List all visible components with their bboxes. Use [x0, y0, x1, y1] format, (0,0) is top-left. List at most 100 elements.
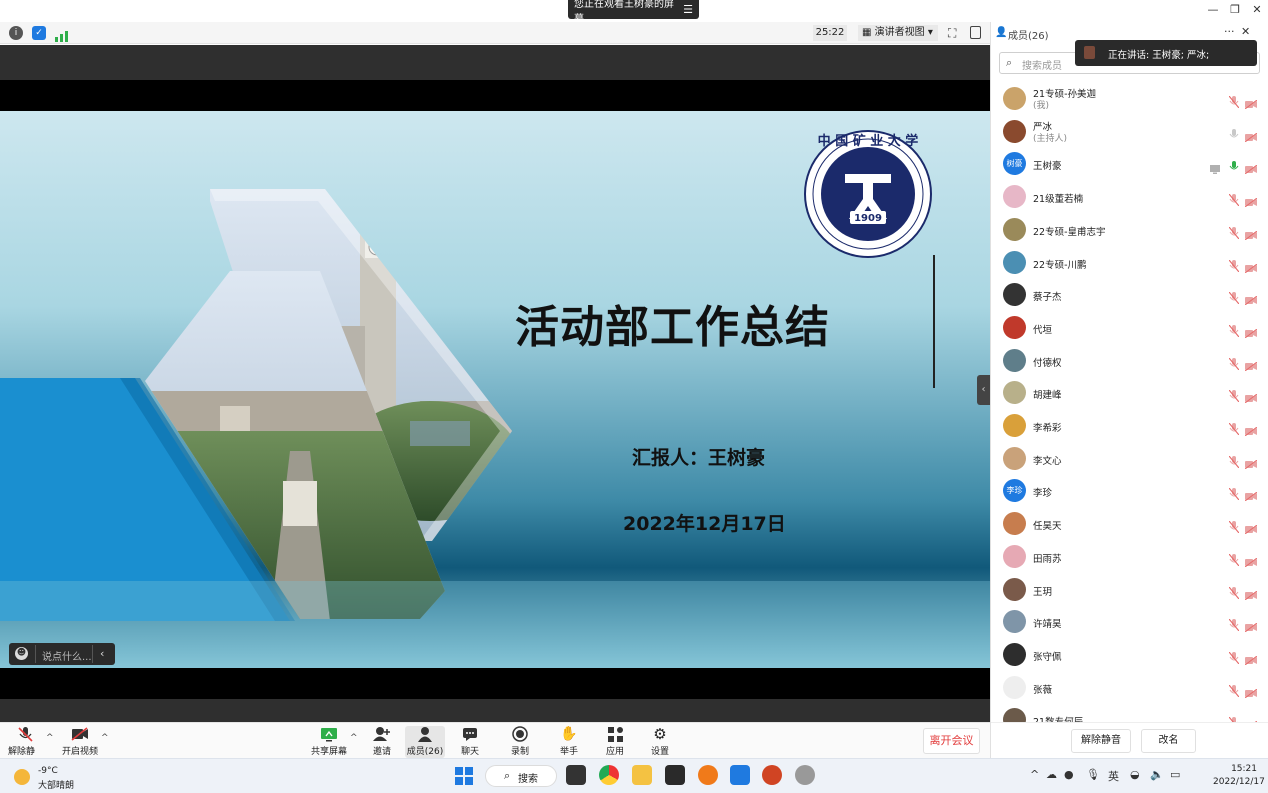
fullscreen-icon[interactable]: ⛶ — [948, 26, 956, 41]
weather-widget[interactable]: -9°C 大部晴朗 — [14, 764, 94, 791]
info-icon[interactable]: i — [9, 26, 23, 40]
minimize-icon[interactable]: — — [1204, 2, 1222, 18]
member-row[interactable]: 李希彩 — [991, 409, 1268, 442]
member-row[interactable]: 22专硕-皇甫志宇 — [991, 213, 1268, 246]
member-row[interactable]: 张薇 — [991, 671, 1268, 704]
member-row[interactable]: 任昊天 — [991, 507, 1268, 540]
unmute-button[interactable]: 解除静音 — [8, 726, 42, 770]
mic-active-icon[interactable] — [1229, 158, 1239, 170]
camera-off-icon[interactable] — [1244, 258, 1258, 273]
clock[interactable]: 15:21 2022/12/17 — [1213, 763, 1265, 789]
member-row[interactable]: 付德权 — [991, 344, 1268, 377]
firefox-icon[interactable] — [698, 765, 718, 785]
quick-chat-input[interactable]: ☻ 说点什么... ‹ — [9, 643, 115, 665]
camera-off-icon[interactable] — [1244, 454, 1258, 470]
camera-off-icon[interactable] — [1244, 159, 1258, 175]
mic-muted-icon[interactable] — [1228, 616, 1240, 632]
camera-off-icon[interactable] — [1244, 585, 1258, 600]
apps-button[interactable]: 应用 — [603, 726, 627, 758]
camera-off-icon[interactable] — [1244, 519, 1258, 535]
signal-icon[interactable] — [55, 27, 68, 46]
mic-icon[interactable] — [1229, 126, 1239, 138]
chat-button[interactable]: 聊天 — [458, 726, 482, 758]
camera-off-icon[interactable] — [1244, 683, 1258, 698]
close-icon[interactable]: ✕ — [1241, 25, 1250, 38]
rename-button[interactable]: 改名 — [1141, 729, 1196, 753]
mic-muted-icon[interactable] — [1228, 714, 1239, 722]
member-row[interactable]: 王玥 — [991, 573, 1268, 606]
view-mode-dropdown[interactable]: ▦ 演讲者视图 ▾ — [858, 25, 938, 41]
member-row[interactable]: 田雨苏 — [991, 540, 1268, 573]
camera-off-icon[interactable] — [1244, 356, 1258, 371]
taskbar-search[interactable]: ⌕ 搜索 — [485, 765, 557, 787]
camera-off-icon[interactable] — [1244, 323, 1258, 339]
chevron-up-icon[interactable]: ^ — [101, 733, 109, 743]
chevron-up-icon[interactable]: ^ — [46, 733, 54, 743]
chrome-icon[interactable] — [599, 765, 619, 785]
member-row[interactable]: 21数专何辰 — [991, 703, 1268, 722]
camera-off-icon[interactable] — [1244, 290, 1258, 306]
camera-off-icon[interactable] — [1245, 715, 1258, 722]
share-screen-button[interactable]: 共享屏幕 — [311, 726, 347, 758]
panel-collapse-icon[interactable]: ‹ — [977, 375, 990, 405]
camera-off-icon[interactable] — [1244, 552, 1258, 568]
restore-icon[interactable]: ❐ — [1226, 2, 1244, 18]
member-row[interactable]: 张守佩 — [991, 638, 1268, 671]
leave-meeting-button[interactable]: 离开会议 — [923, 728, 980, 754]
mic-muted-icon[interactable] — [1228, 485, 1240, 501]
chevron-up-icon[interactable]: ^ — [350, 733, 358, 743]
member-row[interactable]: 胡建峰 — [991, 376, 1268, 409]
mic-muted-icon[interactable] — [1228, 257, 1240, 272]
member-row[interactable]: 李珍 李珍 — [991, 474, 1268, 507]
member-row[interactable]: 许靖昊 — [991, 605, 1268, 638]
member-row[interactable]: 22专硕-川鹏 — [991, 246, 1268, 279]
task-view-icon[interactable] — [566, 765, 586, 785]
camera-off-icon[interactable] — [1244, 225, 1258, 241]
camera-off-icon[interactable] — [1244, 617, 1258, 633]
member-row[interactable]: 21专硕-孙美迦 (我) — [991, 82, 1268, 115]
more-options-icon[interactable]: ··· — [1224, 25, 1235, 38]
unmute-all-button[interactable]: 解除静音 — [1071, 729, 1131, 753]
record-button[interactable]: 录制 — [508, 726, 532, 758]
camera-off-icon[interactable] — [1244, 192, 1258, 208]
chevron-up-icon[interactable]: ^ — [1030, 768, 1039, 781]
mic-muted-icon[interactable] — [1228, 387, 1240, 403]
share-banner[interactable]: 您正在观看王树豪的屏幕 ☰ — [568, 0, 699, 25]
microphone-icon[interactable]: 🎙 — [1086, 768, 1100, 781]
close-icon[interactable]: ✕ — [1248, 2, 1266, 18]
mic-muted-icon[interactable] — [1228, 191, 1240, 207]
camera-off-icon[interactable] — [1244, 94, 1258, 110]
mic-muted-icon[interactable] — [1228, 420, 1240, 436]
menu-icon[interactable]: ☰ — [683, 3, 693, 16]
shield-icon[interactable]: ✓ — [32, 26, 46, 40]
invite-button[interactable]: 邀请 — [370, 726, 394, 758]
settings-app-icon[interactable] — [795, 765, 815, 785]
emoji-icon[interactable]: ☻ — [15, 647, 28, 660]
member-row[interactable]: 李文心 — [991, 442, 1268, 475]
camera-off-icon[interactable] — [1244, 388, 1258, 404]
mic-muted-icon[interactable] — [1228, 355, 1240, 370]
ime-indicator[interactable]: 英 — [1108, 768, 1119, 784]
collapse-left-icon[interactable]: ‹ — [100, 647, 104, 660]
member-row[interactable]: 21级董若楠 — [991, 180, 1268, 213]
member-row[interactable]: 代垣 — [991, 311, 1268, 344]
camera-off-icon[interactable] — [1244, 421, 1258, 437]
camera-off-icon[interactable] — [1244, 650, 1258, 666]
start-video-button[interactable]: 开启视频 — [62, 726, 98, 758]
settings-button[interactable]: ⚙ 设置 — [648, 725, 672, 758]
folder-icon[interactable] — [632, 765, 652, 785]
mic-muted-icon[interactable] — [1228, 551, 1240, 567]
mic-muted-icon[interactable] — [1228, 518, 1240, 534]
battery-icon[interactable]: ▭ — [1170, 768, 1180, 781]
camera-off-icon[interactable] — [1244, 486, 1258, 502]
powerpoint-icon[interactable] — [762, 765, 782, 785]
mic-muted-icon[interactable] — [1228, 289, 1240, 305]
raise-hand-button[interactable]: ✋ 举手 — [557, 726, 581, 758]
mic-muted-icon[interactable] — [1228, 584, 1240, 599]
app-icon[interactable] — [665, 765, 685, 785]
qq-icon[interactable]: ● — [1064, 768, 1074, 781]
camera-off-icon[interactable] — [1244, 127, 1258, 143]
mic-muted-icon[interactable] — [1228, 224, 1240, 240]
mic-muted-icon[interactable] — [1228, 322, 1240, 338]
network-alert-icon[interactable]: ☁ — [1046, 768, 1057, 781]
